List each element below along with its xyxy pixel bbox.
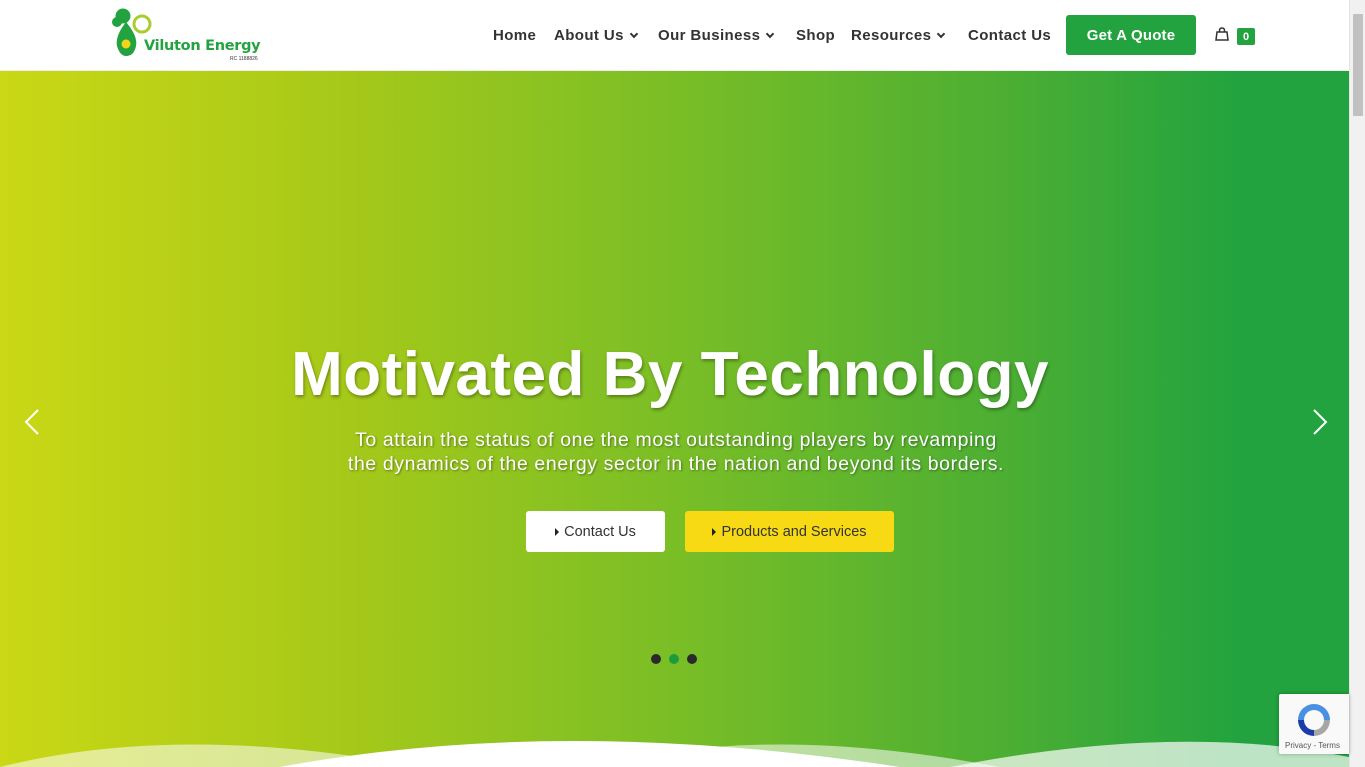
recaptcha-badge[interactable]: Privacy - Terms [1279, 694, 1349, 754]
nav-home-label: Home [493, 27, 537, 44]
nav-shop-label: Shop [796, 27, 836, 44]
shopping-bag-icon [1215, 27, 1229, 41]
nav-about-label: About Us [554, 27, 624, 44]
hero-contact-label: Contact Us [564, 523, 636, 540]
slider-prev-arrow-icon[interactable] [22, 407, 46, 437]
cart-count-badge: 0 [1237, 28, 1255, 45]
recaptcha-icon [1298, 704, 1330, 736]
nav-business-label: Our Business [658, 27, 761, 44]
hero-products-services-button[interactable]: Products and Services [685, 511, 894, 552]
nav-about-us[interactable]: About Us [554, 27, 639, 44]
logo-registration: RC 1188826 [230, 56, 258, 62]
nav-contact-label: Contact Us [968, 27, 1052, 44]
nav-home[interactable]: Home [493, 27, 536, 44]
slider-dot-1[interactable] [651, 654, 661, 664]
hero-products-label: Products and Services [721, 523, 867, 540]
scrollbar-thumb[interactable] [1353, 14, 1363, 116]
hero-contact-us-button[interactable]: Contact Us [526, 511, 665, 552]
slider-dot-2[interactable] [669, 654, 679, 664]
slider-dot-3[interactable] [687, 654, 697, 664]
slider-next-arrow-icon[interactable] [1306, 407, 1330, 437]
site-logo[interactable]: Viluton Energy RC 1188826 [110, 4, 270, 66]
caret-right-icon [555, 527, 560, 536]
hero-subtitle: To attain the status of one the most out… [310, 428, 1042, 476]
chevron-down-icon [629, 29, 639, 38]
nav-contact-us[interactable]: Contact Us [968, 27, 1051, 44]
page-scrollbar[interactable] [1349, 0, 1365, 767]
slider-pagination [651, 654, 697, 664]
nav-our-business[interactable]: Our Business [658, 27, 775, 44]
nav-resources-label: Resources [851, 27, 932, 44]
site-header: Viluton Energy RC 1188826 Home About Us … [0, 0, 1349, 71]
hero-slider: Motivated By Technology To attain the st… [0, 71, 1349, 767]
cart-button[interactable]: 0 [1215, 27, 1255, 45]
chevron-down-icon [937, 29, 946, 38]
get-a-quote-button[interactable]: Get A Quote [1066, 15, 1196, 55]
caret-right-icon [712, 527, 717, 536]
nav-resources[interactable]: Resources [851, 27, 946, 44]
hero-subtitle-line2: the dynamics of the energy sector in the… [347, 453, 1005, 475]
chevron-down-icon [766, 29, 775, 38]
hero-title: Motivated By Technology [291, 340, 1049, 409]
logo-text: Viluton Energy [144, 38, 261, 54]
hero-subtitle-line1: To attain the status of one the most out… [355, 429, 997, 451]
recaptcha-links[interactable]: Privacy - Terms [1285, 741, 1340, 750]
hero-wave-divider [0, 741, 1349, 767]
nav-shop[interactable]: Shop [796, 27, 835, 44]
